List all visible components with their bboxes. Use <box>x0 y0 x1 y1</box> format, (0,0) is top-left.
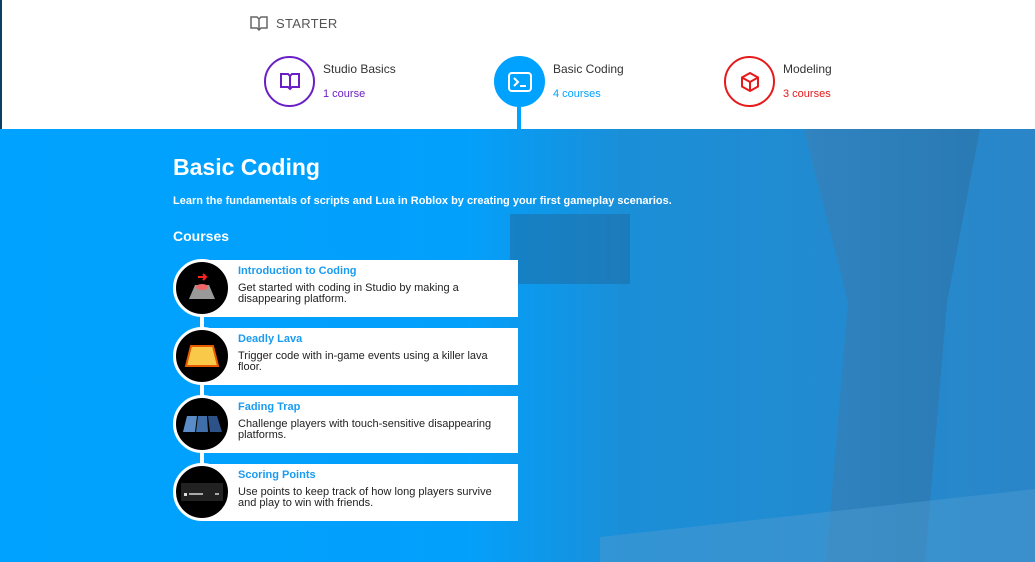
platform-thumbnail-icon <box>173 259 231 317</box>
path-modeling[interactable]: Modeling 3 courses <box>724 56 832 107</box>
course-section: Basic Coding Learn the fundamentals of s… <box>0 129 1035 562</box>
starter-label: STARTER <box>250 16 338 31</box>
course-card[interactable]: Fading Trap Challenge players with touch… <box>173 395 518 453</box>
course-card[interactable]: Scoring Points Use points to keep track … <box>173 463 518 521</box>
cube-icon <box>724 56 775 107</box>
terminal-icon <box>494 56 545 107</box>
lava-thumbnail-icon <box>173 327 231 385</box>
courses-heading: Courses <box>173 228 230 244</box>
path-basic-coding[interactable]: Basic Coding 4 courses <box>494 56 624 107</box>
section-description: Learn the fundamentals of scripts and Lu… <box>173 195 672 207</box>
timeline-line <box>200 290 204 490</box>
background-floor <box>600 489 1035 562</box>
learning-path-header: STARTER Studio Basics 1 course Basic Codi… <box>0 0 1035 131</box>
course-count-link[interactable]: 1 course <box>323 88 396 100</box>
course-count-link[interactable]: 4 courses <box>553 88 624 100</box>
course-card[interactable]: Deadly Lava Trigger code with in-game ev… <box>173 327 518 385</box>
background-machine <box>510 214 630 284</box>
course-count-link[interactable]: 3 courses <box>783 88 832 100</box>
background-pillar <box>804 129 980 562</box>
course-list: Introduction to Coding Get started with … <box>173 259 518 532</box>
leaderboard-thumbnail-icon <box>173 463 231 521</box>
selected-connector <box>517 107 521 131</box>
trap-thumbnail-icon <box>173 395 231 453</box>
book-icon <box>264 56 315 107</box>
course-card[interactable]: Introduction to Coding Get started with … <box>173 259 518 317</box>
book-icon <box>250 16 268 31</box>
section-title: Basic Coding <box>173 154 320 180</box>
path-studio-basics[interactable]: Studio Basics 1 course <box>264 56 396 107</box>
